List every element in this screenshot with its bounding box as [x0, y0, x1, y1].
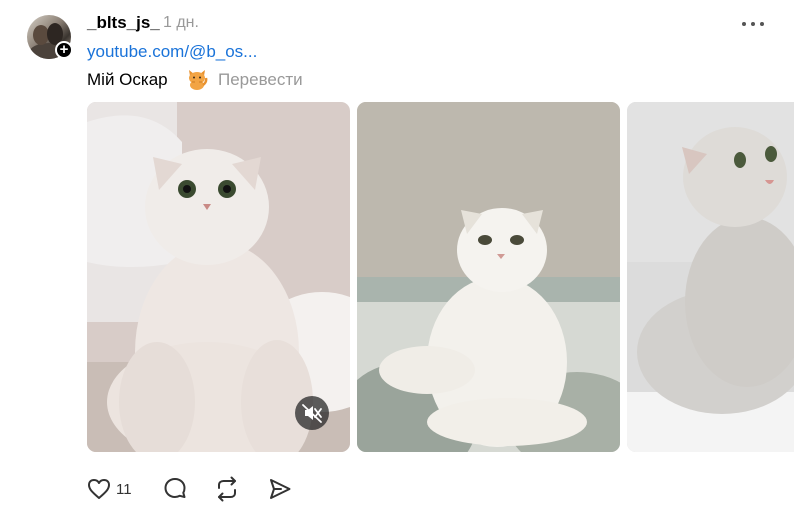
- comment-icon[interactable]: [163, 476, 187, 502]
- cat-photo-2: [357, 102, 620, 452]
- more-options-icon[interactable]: [740, 14, 766, 34]
- like-count: 11: [116, 481, 132, 498]
- username[interactable]: _blts_js_: [87, 13, 160, 33]
- media-video-1[interactable]: [87, 102, 350, 452]
- mute-icon[interactable]: [295, 396, 329, 430]
- translate-button[interactable]: Перевести: [218, 70, 303, 90]
- cat-photo-3: [627, 102, 794, 452]
- media-photo-2[interactable]: [357, 102, 620, 452]
- share-icon[interactable]: [268, 476, 292, 502]
- caption-text: Мій Оскар: [87, 70, 168, 89]
- cat-emoji-icon: [189, 70, 208, 90]
- heart-icon[interactable]: [87, 476, 111, 502]
- repost-icon[interactable]: [214, 476, 240, 502]
- timestamp: 1 дн.: [163, 14, 199, 31]
- media-photo-3[interactable]: [627, 102, 794, 452]
- profile-link[interactable]: youtube.com/@b_os...: [87, 42, 257, 62]
- follow-plus-icon[interactable]: +: [55, 41, 73, 59]
